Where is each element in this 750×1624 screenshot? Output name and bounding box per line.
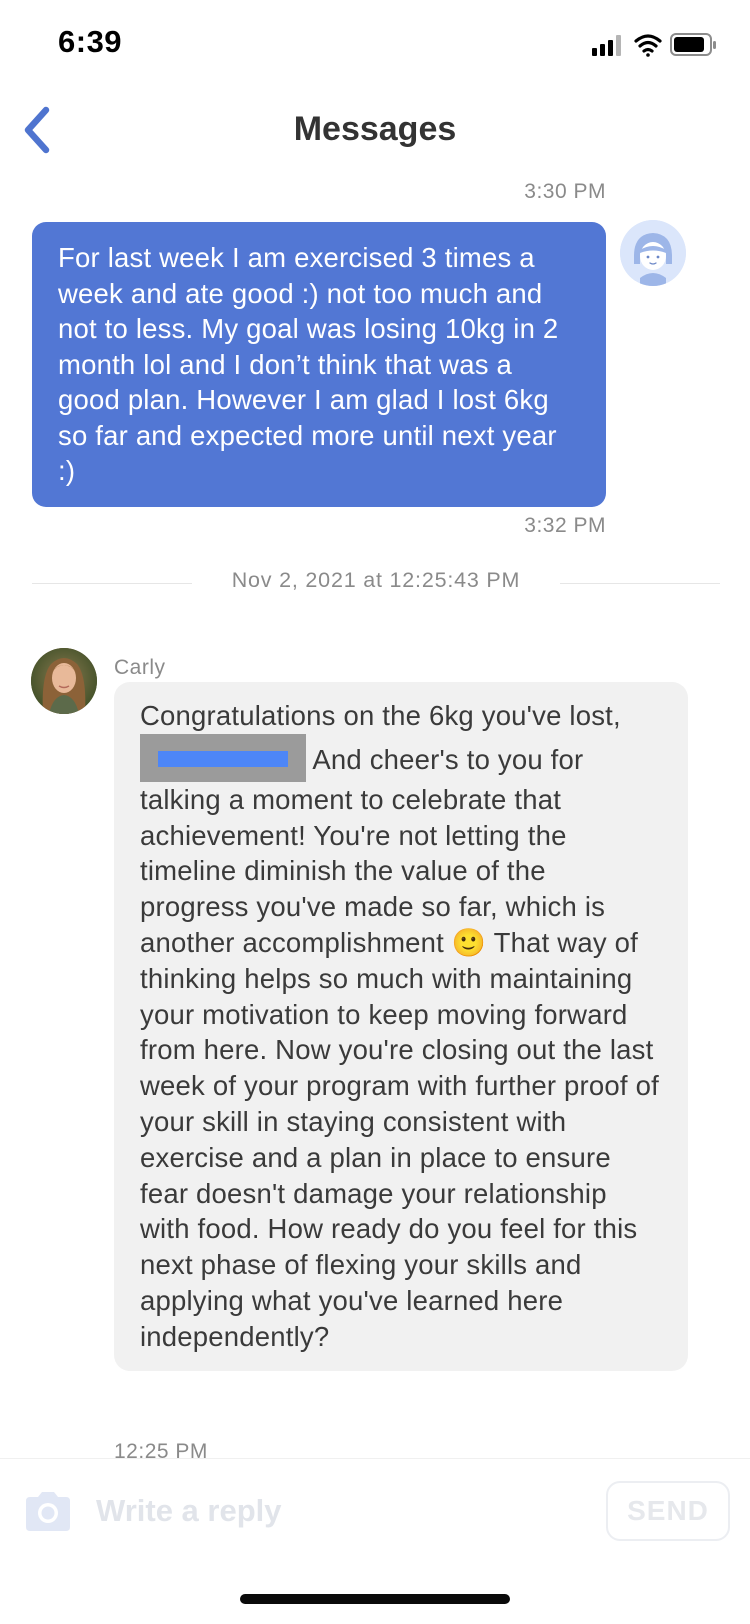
- camera-icon: [26, 1492, 70, 1531]
- battery-icon: [670, 33, 716, 56]
- camera-button[interactable]: [22, 1489, 74, 1533]
- message-timestamp: 3:32 PM: [524, 514, 606, 537]
- signal-icon: [592, 35, 621, 56]
- message-timestamp: 3:30 PM: [524, 180, 606, 203]
- received-message-bubble[interactable]: Congratulations on the 6kg you've lost, …: [114, 682, 688, 1371]
- message-text: And cheer's to you for talking a moment …: [140, 743, 659, 1352]
- status-time: 6:39: [58, 24, 123, 59]
- sent-message-bubble[interactable]: For last week I am exercised 3 times a w…: [32, 222, 606, 507]
- status-icons: [580, 30, 720, 60]
- wifi-icon: [634, 34, 662, 57]
- message-text: Congratulations on the 6kg you've lost,: [140, 700, 621, 731]
- divider-line: [560, 583, 720, 584]
- user-avatar-icon: [620, 220, 686, 286]
- message-timestamp: 12:25 PM: [114, 1440, 208, 1458]
- status-bar: 6:39: [0, 0, 750, 90]
- coach-avatar[interactable]: [31, 648, 97, 714]
- user-avatar: [620, 220, 686, 286]
- coach-photo: [31, 648, 97, 714]
- send-button[interactable]: SEND: [606, 1481, 730, 1541]
- date-divider: Nov 2, 2021 at 12:25:43 PM: [32, 568, 720, 598]
- reply-input[interactable]: [96, 1483, 566, 1539]
- message-list[interactable]: 3:30 PM For last week I am exercised 3 t…: [0, 170, 750, 1458]
- sender-name: Carly: [114, 656, 166, 679]
- home-indicator[interactable]: [240, 1594, 510, 1604]
- reply-composer: SEND: [0, 1458, 750, 1569]
- page-title: Messages: [293, 110, 457, 148]
- date-divider-label: Nov 2, 2021 at 12:25:43 PM: [231, 568, 521, 592]
- redacted-name: [140, 733, 306, 782]
- header: Messages: [0, 90, 750, 178]
